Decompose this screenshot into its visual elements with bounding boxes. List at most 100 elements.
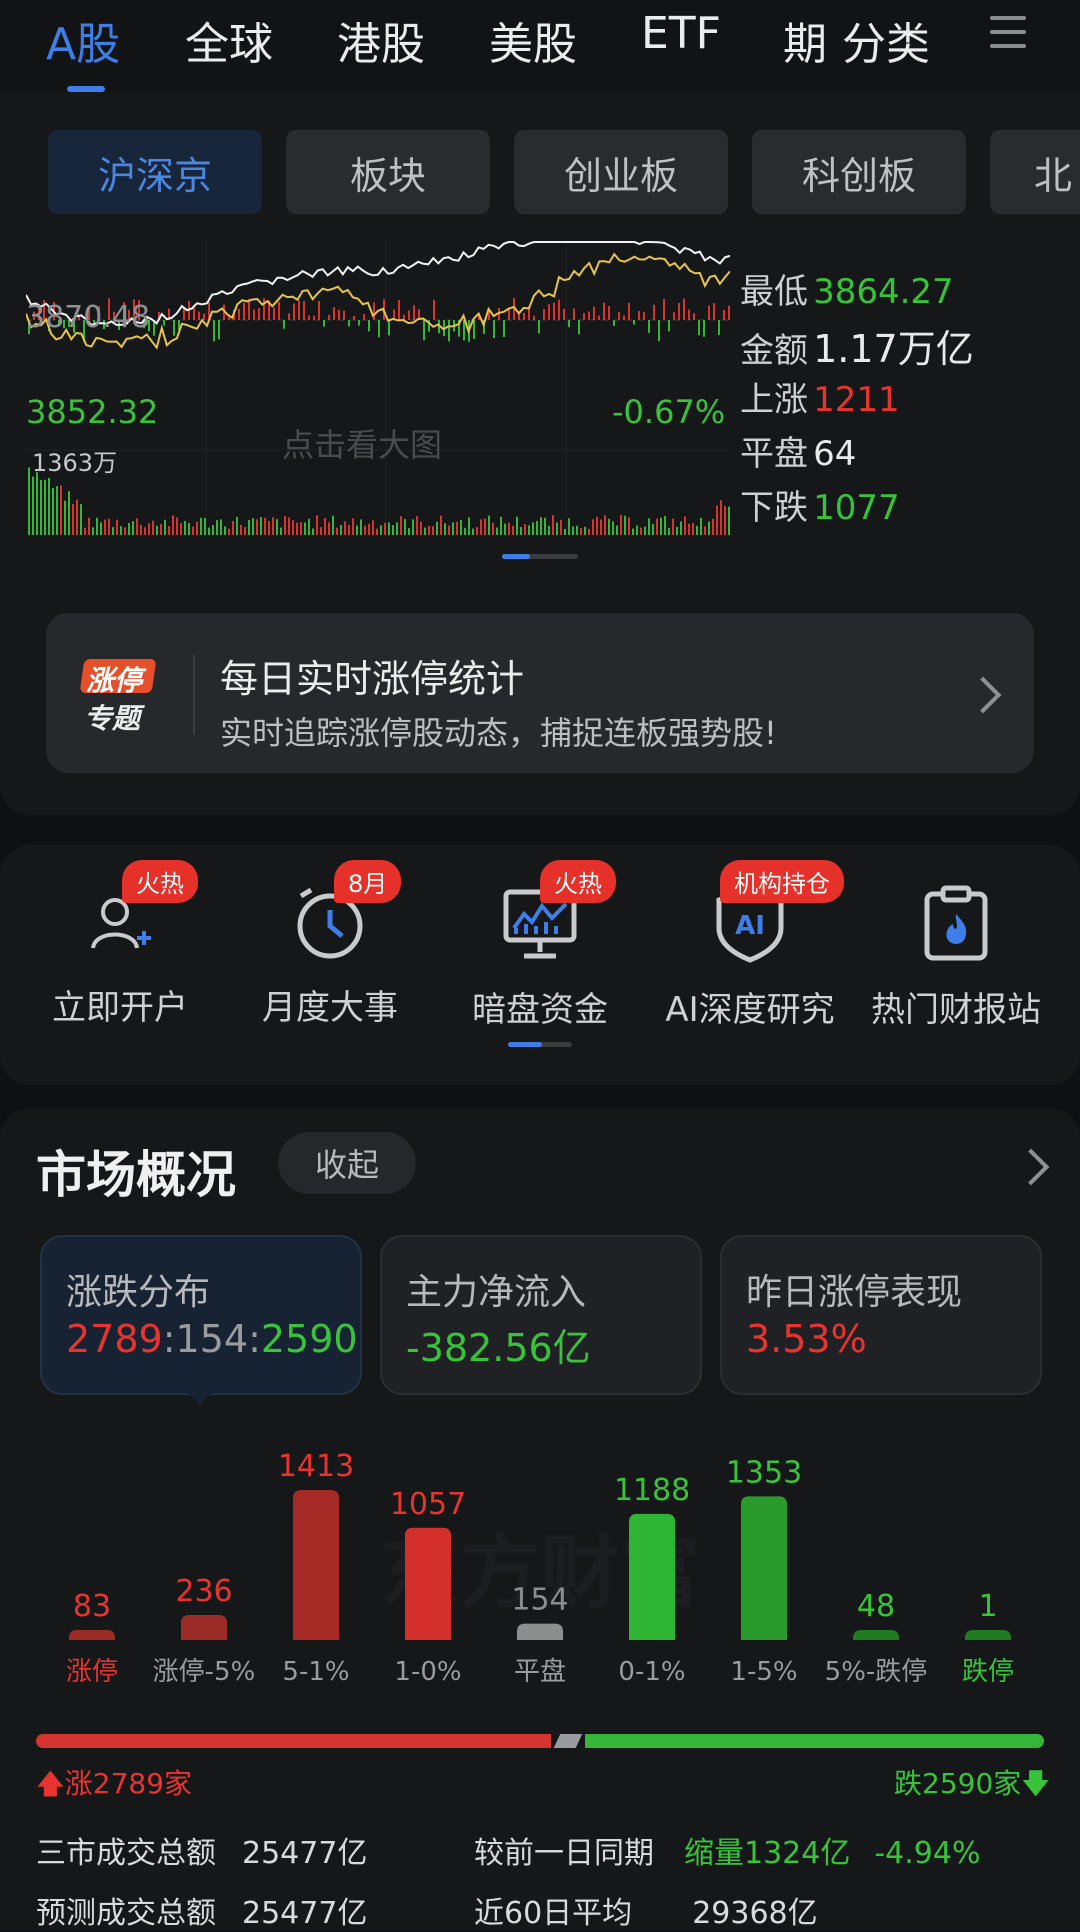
volume-bar [620,515,622,535]
banner-title: 每日实时涨停统计 [220,657,525,701]
volume-bar [264,517,266,535]
volume-bar [128,522,130,535]
volume-bar [700,517,702,535]
stat-up: 上涨 1211 [740,380,900,420]
flow-bar [723,309,725,320]
flow-bar [353,315,355,320]
volume-bar [476,527,478,535]
volume-bar [256,519,258,535]
subtab-chinext[interactable]: 创业板 [514,130,728,214]
subtab-bj[interactable]: 北 [990,130,1080,214]
flow-bar [308,315,310,320]
flow-bar [608,306,610,320]
quick-entry-pager [508,1042,572,1047]
bar-value-label: 1 [978,1589,997,1624]
volume-bar [296,522,298,535]
menu-icon[interactable] [990,16,1026,52]
tab-a-shares[interactable]: A股 [46,8,120,72]
flow-bar [298,300,300,320]
flow-bar [503,320,505,337]
tab-category[interactable]: 分类 [842,8,930,72]
volume-bar [432,526,434,535]
volume-bar [468,517,470,535]
volume-bar [496,527,498,535]
volume-bar [524,524,526,535]
volume-bar [652,524,654,535]
market-title: 市场概况 [36,1146,236,1204]
flow-bar [163,320,165,326]
volume-bar [504,523,506,535]
volume-bar [632,528,634,535]
clipboard-fire-icon [924,885,988,961]
volume-bar [236,516,238,535]
volume-bar [32,476,34,535]
flow-bar [563,308,565,320]
flow-bar [648,320,650,333]
volume-bar [116,519,118,535]
volume-bar [528,525,530,535]
flow-bar [643,311,645,320]
bar-category-label: 涨停 [66,1657,118,1687]
volume-bar [404,519,406,535]
volume-bar [288,517,290,535]
flow-bar [533,315,535,320]
card-title: 昨日涨停表现 [746,1272,963,1313]
collapse-button[interactable]: 收起 [278,1132,416,1194]
flow-bar [658,320,660,342]
volume-bar [512,525,514,535]
flow-bar [613,320,615,326]
subtab-hu-shen-jing[interactable]: 沪深京 [48,130,262,214]
volume-bar [676,526,678,535]
volume-bar [380,525,382,535]
volume-bar [424,527,426,535]
net-inflow-value: -382.56亿 [406,1326,591,1370]
up-count: 🡅涨2789家 [36,1767,193,1800]
tab-futures[interactable]: 期 [783,8,827,72]
volume-bar [336,527,338,535]
flow-bar [343,310,345,320]
distribution-bar [293,1490,339,1640]
volume-bar [644,526,646,535]
intraday-chart[interactable] [26,240,730,535]
turnover-row-1: 三市成交总额 25477亿 [36,1836,368,1871]
volume-bar [604,515,606,535]
card-main-net-inflow[interactable]: 主力净流入 -382.56亿 [380,1235,702,1395]
subtab-star[interactable]: 科创板 [752,130,966,214]
flow-bar [288,313,290,320]
volume-bar [168,525,170,535]
volume-bar [148,523,150,535]
volume-bar [52,487,54,535]
rise-fall-distribution-chart[interactable]: 东方财富83涨停236涨停-5%14135-1%10571-0%154平盘118… [0,1420,1080,1700]
volume-bar [416,516,418,535]
flow-bar [348,320,350,327]
volume-bar [152,520,154,535]
volume-bar [660,517,662,535]
volume-bar [712,518,714,535]
volume-bar [420,521,422,535]
volume-bar [572,526,574,535]
subtab-sector[interactable]: 板块 [286,130,490,214]
card-yesterday-limit-up[interactable]: 昨日涨停表现 3.53% [720,1235,1042,1395]
quick-entry-dark-pool[interactable]: 暗盘资金 [450,880,630,1031]
flow-bar [573,308,575,320]
tab-etf[interactable]: ETF [641,8,721,59]
volume-bar [284,516,286,535]
quick-entry-label: 暗盘资金 [472,990,608,1030]
svg-text:AI: AI [735,911,765,941]
tab-hk[interactable]: 港股 [337,8,425,72]
tab-us[interactable]: 美股 [489,8,577,72]
volume-bar [576,525,578,535]
flow-bar [253,309,255,320]
quick-entry-earnings[interactable]: 热门财报站 [866,880,1046,1031]
volume-bar [408,528,410,535]
volume-bar [456,521,458,535]
flow-bar [198,311,200,320]
volume-bar [340,524,342,535]
card-rise-fall-distribution[interactable]: 涨跌分布 2789:154:2590 [40,1235,362,1395]
tab-global[interactable]: 全球 [185,8,273,72]
volume-bar [104,519,106,535]
volume-bar [88,517,90,535]
volume-bar [356,525,358,535]
flow-bar [593,306,595,320]
quick-entry-monthly-events[interactable]: 月度大事 [240,880,420,1029]
